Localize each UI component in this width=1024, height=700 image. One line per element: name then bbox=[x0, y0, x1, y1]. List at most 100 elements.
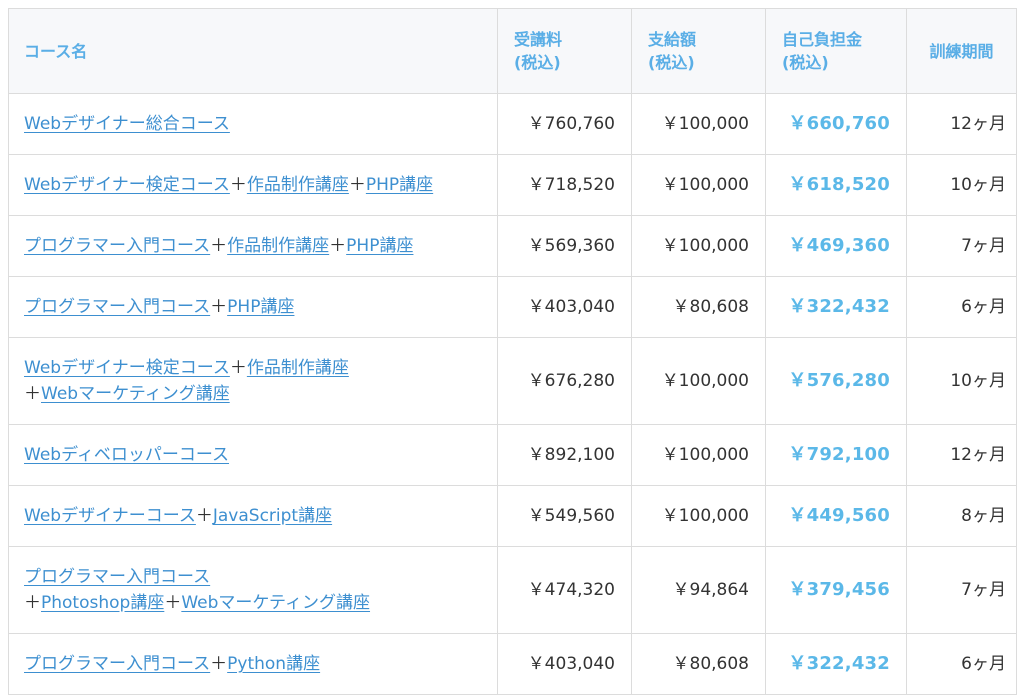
header-subsidy: 支給額 (税込) bbox=[631, 8, 766, 94]
course-link[interactable]: Photoshop講座 bbox=[41, 593, 164, 613]
table-header: コース名 受講料 (税込) 支給額 (税込) 自己負担金 (税込) 訓練期間 bbox=[8, 8, 1017, 94]
burden-cell: ￥792,100 bbox=[765, 424, 907, 486]
header-fee-label: 受講料 bbox=[514, 30, 563, 49]
burden-cell: ￥322,432 bbox=[765, 633, 907, 695]
course-name-cell: プログラマー入門コース ＋Photoshop講座＋Webマーケティング講座 bbox=[8, 546, 498, 634]
plus-separator: ＋ bbox=[210, 654, 228, 674]
period-cell: 6ヶ月 bbox=[906, 276, 1017, 338]
course-name-line: ＋Photoshop講座＋Webマーケティング講座 bbox=[24, 590, 481, 616]
subsidy-cell: ￥80,608 bbox=[631, 276, 766, 338]
fee-cell: ￥569,360 bbox=[497, 215, 632, 277]
burden-cell: ￥618,520 bbox=[765, 154, 907, 216]
plus-separator: ＋ bbox=[195, 506, 213, 526]
course-link[interactable]: Webデザイナー検定コース bbox=[24, 175, 230, 195]
header-period: 訓練期間 bbox=[906, 8, 1017, 94]
table-row: Webデザイナー検定コース＋作品制作講座＋PHP講座 ￥718,520 ￥100,0… bbox=[8, 154, 1017, 216]
course-price-table: コース名 受講料 (税込) 支給額 (税込) 自己負担金 (税込) 訓練期間 W… bbox=[8, 8, 1017, 695]
table-body: Webデザイナー総合コース ￥760,760 ￥100,000 ￥660,760 12ヶ… bbox=[8, 93, 1017, 695]
course-link[interactable]: Webデザイナー検定コース bbox=[24, 358, 230, 378]
course-name-line: Webデザイナー検定コース＋作品制作講座 bbox=[24, 355, 481, 381]
table-row: Webデザイナー総合コース ￥760,760 ￥100,000 ￥660,760 12ヶ… bbox=[8, 93, 1017, 155]
fee-cell: ￥474,320 bbox=[497, 546, 632, 634]
header-burden: 自己負担金 (税込) bbox=[765, 8, 907, 94]
table-row: プログラマー入門コース＋作品制作講座＋PHP講座 ￥569,360 ￥100,000… bbox=[8, 215, 1017, 277]
plus-separator: ＋ bbox=[210, 297, 228, 317]
course-name-line: プログラマー入門コース bbox=[24, 564, 481, 590]
burden-cell: ￥469,360 bbox=[765, 215, 907, 277]
fee-cell: ￥718,520 bbox=[497, 154, 632, 216]
course-link[interactable]: プログラマー入門コース bbox=[24, 297, 210, 317]
period-cell: 7ヶ月 bbox=[906, 215, 1017, 277]
table-row: Webデザイナーコース＋JavaScript講座 ￥549,560 ￥100,000… bbox=[8, 485, 1017, 547]
table-row: プログラマー入門コース ＋Photoshop講座＋Webマーケティング講座 ￥474… bbox=[8, 546, 1017, 634]
course-link[interactable]: PHP講座 bbox=[346, 236, 413, 256]
period-cell: 7ヶ月 bbox=[906, 546, 1017, 634]
header-burden-label: 自己負担金 bbox=[782, 30, 863, 49]
fee-cell: ￥403,040 bbox=[497, 276, 632, 338]
plus-separator: ＋ bbox=[329, 236, 347, 256]
course-link[interactable]: Webデザイナー総合コース bbox=[24, 114, 230, 134]
course-link[interactable]: 作品制作講座 bbox=[247, 175, 349, 195]
subsidy-cell: ￥100,000 bbox=[631, 154, 766, 216]
period-cell: 6ヶ月 bbox=[906, 633, 1017, 695]
course-link[interactable]: JavaScript講座 bbox=[213, 506, 332, 526]
course-name-cell: プログラマー入門コース＋作品制作講座＋PHP講座 bbox=[8, 215, 498, 277]
plus-separator: ＋ bbox=[24, 384, 41, 404]
fee-cell: ￥892,100 bbox=[497, 424, 632, 486]
burden-cell: ￥576,280 bbox=[765, 337, 907, 425]
course-link[interactable]: Webマーケティング講座 bbox=[41, 384, 230, 404]
course-name-cell: プログラマー入門コース＋PHP講座 bbox=[8, 276, 498, 338]
course-link[interactable]: 作品制作講座 bbox=[227, 236, 329, 256]
header-burden-tax-label: (税込) bbox=[782, 53, 829, 72]
subsidy-cell: ￥94,864 bbox=[631, 546, 766, 634]
course-name-cell: Webディベロッパーコース bbox=[8, 424, 498, 486]
fee-cell: ￥403,040 bbox=[497, 633, 632, 695]
subsidy-cell: ￥100,000 bbox=[631, 215, 766, 277]
course-link[interactable]: 作品制作講座 bbox=[247, 358, 349, 378]
plus-separator: ＋ bbox=[348, 175, 366, 195]
course-link[interactable]: PHP講座 bbox=[366, 175, 433, 195]
course-name-line: プログラマー入門コース＋作品制作講座＋PHP講座 bbox=[24, 233, 481, 259]
table-row: Webデザイナー検定コース＋作品制作講座 ＋Webマーケティング講座 ￥676,28… bbox=[8, 337, 1017, 425]
subsidy-cell: ￥100,000 bbox=[631, 424, 766, 486]
header-subsidy-label: 支給額 bbox=[648, 30, 697, 49]
course-name-line: プログラマー入門コース＋PHP講座 bbox=[24, 294, 481, 320]
burden-cell: ￥449,560 bbox=[765, 485, 907, 547]
course-price-table-container: コース名 受講料 (税込) 支給額 (税込) 自己負担金 (税込) 訓練期間 W… bbox=[8, 8, 1017, 695]
header-period-label: 訓練期間 bbox=[929, 41, 994, 61]
course-link[interactable]: PHP講座 bbox=[227, 297, 294, 317]
subsidy-cell: ￥100,000 bbox=[631, 485, 766, 547]
course-name-line: Webデザイナー総合コース bbox=[24, 111, 481, 137]
course-name-cell: Webデザイナー総合コース bbox=[8, 93, 498, 155]
fee-cell: ￥760,760 bbox=[497, 93, 632, 155]
burden-cell: ￥379,456 bbox=[765, 546, 907, 634]
subsidy-cell: ￥100,000 bbox=[631, 337, 766, 425]
course-name-cell: Webデザイナー検定コース＋作品制作講座＋PHP講座 bbox=[8, 154, 498, 216]
course-link[interactable]: Webデザイナーコース bbox=[24, 506, 196, 526]
header-subsidy-tax-label: (税込) bbox=[648, 53, 695, 72]
course-name-cell: Webデザイナーコース＋JavaScript講座 bbox=[8, 485, 498, 547]
subsidy-cell: ￥100,000 bbox=[631, 93, 766, 155]
fee-cell: ￥676,280 bbox=[497, 337, 632, 425]
course-link[interactable]: Webディベロッパーコース bbox=[24, 445, 229, 465]
burden-cell: ￥322,432 bbox=[765, 276, 907, 338]
course-link[interactable]: Python講座 bbox=[227, 654, 320, 674]
period-cell: 8ヶ月 bbox=[906, 485, 1017, 547]
course-link[interactable]: プログラマー入門コース bbox=[24, 236, 210, 256]
plus-separator: ＋ bbox=[210, 236, 228, 256]
course-link[interactable]: プログラマー入門コース bbox=[24, 654, 210, 674]
table-row: プログラマー入門コース＋Python講座 ￥403,040 ￥80,608 ￥322,… bbox=[8, 633, 1017, 695]
course-name-line: ＋Webマーケティング講座 bbox=[24, 381, 481, 407]
course-name-line: Webディベロッパーコース bbox=[24, 442, 481, 468]
course-name-line: Webデザイナーコース＋JavaScript講座 bbox=[24, 503, 481, 529]
header-course-name: コース名 bbox=[8, 8, 498, 94]
table-row: プログラマー入門コース＋PHP講座 ￥403,040 ￥80,608 ￥322,432… bbox=[8, 276, 1017, 338]
course-name-line: Webデザイナー検定コース＋作品制作講座＋PHP講座 bbox=[24, 172, 481, 198]
course-link[interactable]: プログラマー入門コース bbox=[24, 567, 210, 587]
header-row: コース名 受講料 (税込) 支給額 (税込) 自己負担金 (税込) 訓練期間 bbox=[8, 8, 1017, 94]
course-name-line: プログラマー入門コース＋Python講座 bbox=[24, 651, 481, 677]
plus-separator: ＋ bbox=[164, 593, 182, 613]
table-row: Webディベロッパーコース ￥892,100 ￥100,000 ￥792,100 12ヶ… bbox=[8, 424, 1017, 486]
fee-cell: ￥549,560 bbox=[497, 485, 632, 547]
course-link[interactable]: Webマーケティング講座 bbox=[181, 593, 370, 613]
